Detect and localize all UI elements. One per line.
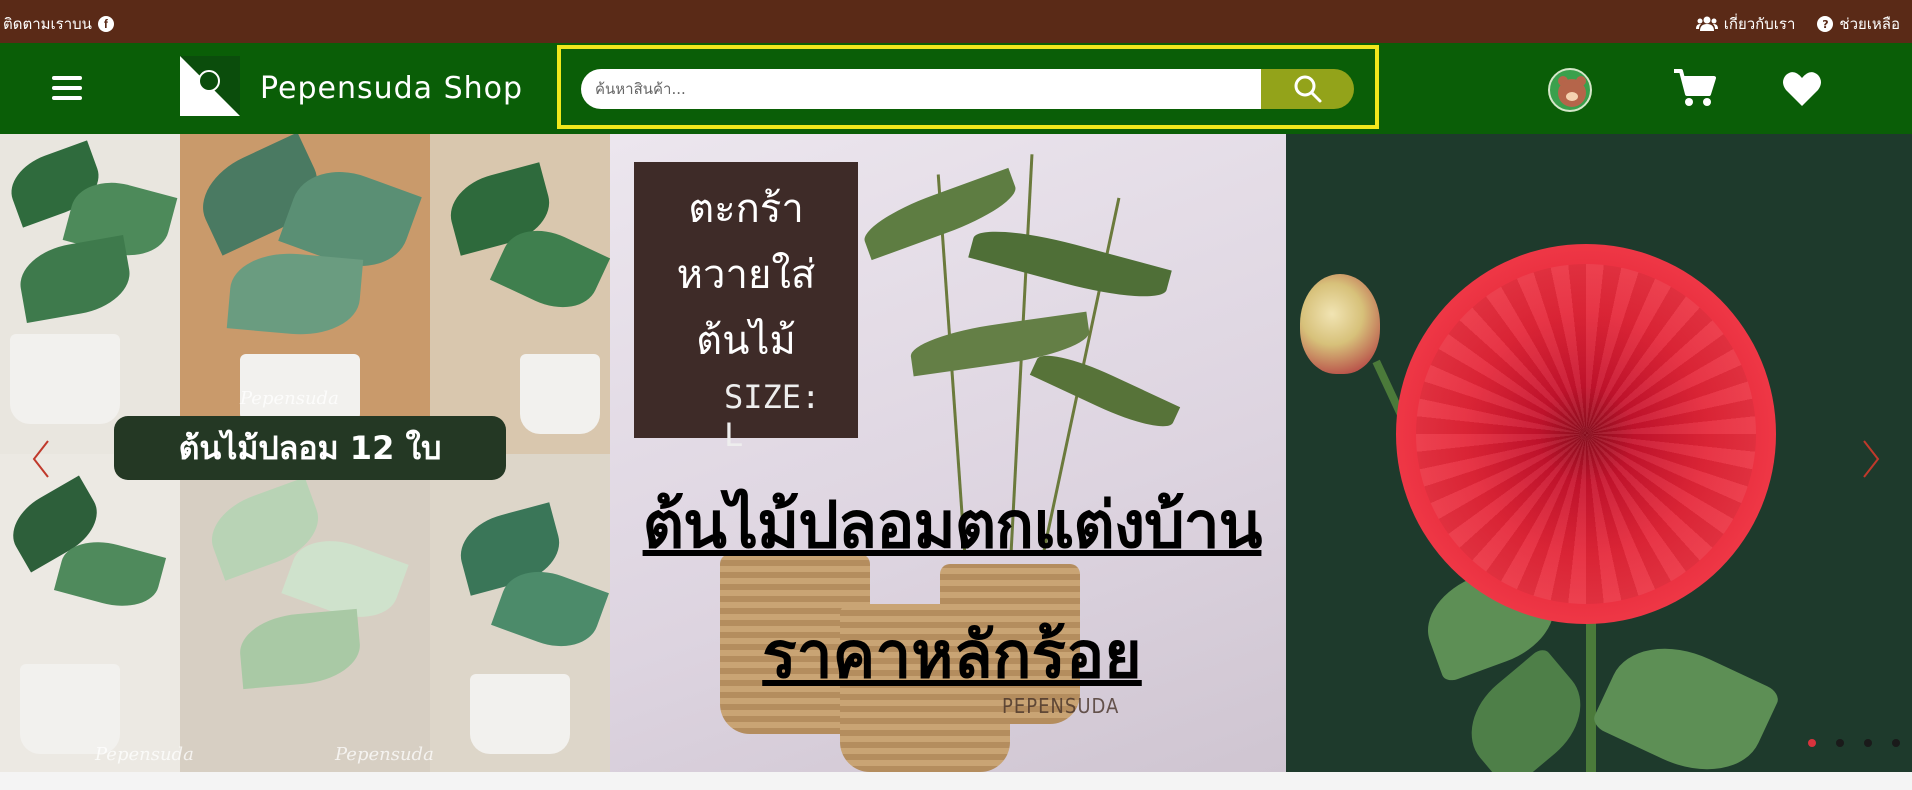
search-icon: [1294, 75, 1321, 103]
sign-size: SIZE: L: [724, 378, 821, 454]
banner-slide-fake-plants[interactable]: ต้นไม้ปลอม 12 ใบ Pepensuda Pepensuda Pep…: [0, 134, 610, 772]
dahlia-flower: [1396, 244, 1776, 624]
banner-headline: ต้นไม้ปลอมตกแต่งบ้าน: [642, 489, 1263, 563]
facebook-icon: f: [97, 16, 114, 32]
banner-label: ต้นไม้ปลอม 12 ใบ: [114, 416, 506, 480]
about-label: เกี่ยวกับเรา: [1723, 15, 1796, 33]
users-icon: [1695, 16, 1718, 31]
banner-slide-basket[interactable]: ตะกร้า หวายใส่ ต้นไม้ SIZE: L ต้นไม้ปลอม…: [610, 134, 1286, 772]
menu-icon[interactable]: [52, 76, 82, 100]
watermark: Pepensuda: [95, 744, 194, 765]
search-button[interactable]: [1261, 69, 1354, 109]
carousel-dot[interactable]: [1808, 739, 1816, 747]
shop-name[interactable]: Pepensuda Shop: [260, 71, 523, 106]
plant-photo: [0, 454, 180, 772]
carousel-dot[interactable]: [1892, 739, 1900, 747]
carousel-next-button[interactable]: [1856, 434, 1886, 484]
plant-photo: [430, 134, 610, 454]
sign-line: หวายใส่: [676, 252, 816, 298]
follow-facebook-link[interactable]: ติดตามเราบน f: [3, 12, 114, 36]
help-link[interactable]: ? ช่วยเหลือ: [1817, 12, 1900, 36]
heart-icon[interactable]: [1782, 70, 1822, 108]
carousel-prev-button[interactable]: [26, 434, 56, 484]
size-sign: ตะกร้า หวายใส่ ต้นไม้ SIZE: L: [634, 162, 858, 454]
shop-logo[interactable]: [180, 56, 240, 116]
watermark: PEPENSUDA: [1002, 694, 1120, 718]
sign-line: ตะกร้า: [688, 186, 804, 232]
plant-photo: [430, 454, 610, 772]
avatar[interactable]: [1548, 68, 1592, 112]
chevron-right-icon: [1863, 440, 1880, 478]
cart-icon[interactable]: [1672, 68, 1716, 108]
search-bar: [557, 45, 1379, 129]
top-bar: ติดตามเราบน f เกี่ยวกับเรา ? ช่วยเหลือ: [0, 0, 1912, 43]
watermark: Pepensuda: [240, 388, 339, 409]
search-input[interactable]: [581, 69, 1283, 109]
chevron-left-icon: [32, 440, 49, 478]
question-circle-icon: ?: [1817, 16, 1834, 32]
carousel-dot[interactable]: [1836, 739, 1844, 747]
banner-slide-dahlia[interactable]: [1286, 134, 1912, 772]
watermark: Pepensuda: [335, 744, 434, 765]
sign-line: ต้นไม้: [696, 318, 796, 364]
carousel-dots: [1808, 739, 1900, 747]
banner-carousel: ต้นไม้ปลอม 12 ใบ Pepensuda Pepensuda Pep…: [0, 134, 1912, 772]
follow-text: ติดตามเราบน: [3, 15, 92, 33]
help-label: ช่วยเหลือ: [1839, 15, 1900, 33]
plant-photo: [0, 134, 180, 454]
about-link[interactable]: เกี่ยวกับเรา: [1695, 12, 1796, 36]
plant-photo: [180, 454, 430, 772]
carousel-dot[interactable]: [1864, 739, 1872, 747]
flower-bud: [1300, 274, 1380, 374]
banner-subheadline: ราคาหลักร้อย: [762, 619, 1142, 693]
